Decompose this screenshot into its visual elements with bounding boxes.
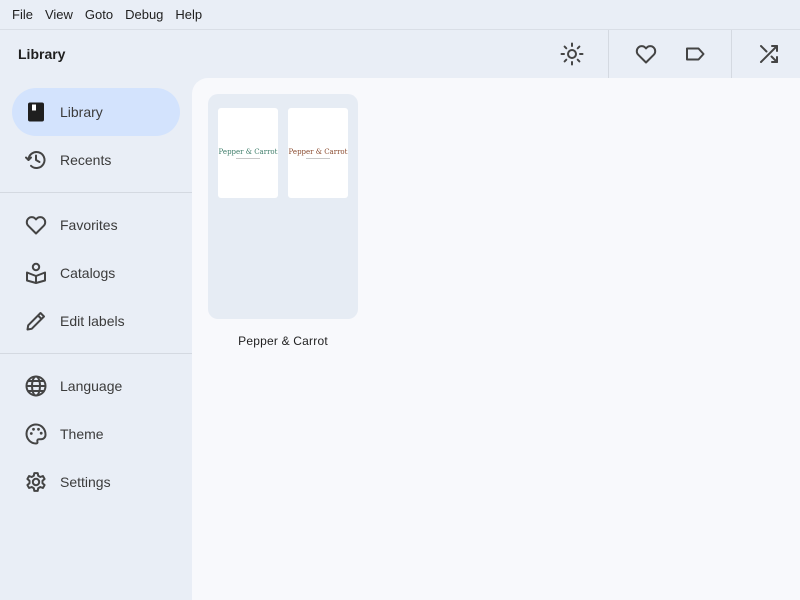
cover-subtitle-line	[236, 157, 260, 159]
history-icon	[24, 148, 48, 172]
shuffle-button[interactable]	[745, 30, 793, 78]
menu-debug[interactable]: Debug	[119, 0, 169, 29]
toolbar-divider	[731, 30, 732, 78]
menu-help[interactable]: Help	[169, 0, 208, 29]
sidebar-divider	[0, 192, 192, 193]
sidebar-item-label: Recents	[60, 152, 112, 168]
sidebar-item-label: Library	[60, 104, 103, 120]
menu-goto[interactable]: Goto	[79, 0, 119, 29]
sidebar-item-label: Favorites	[60, 217, 118, 233]
sidebar: Library Recents Favorites Catalogs Edit …	[0, 78, 192, 600]
cover-title: Pepper & Carrot	[218, 147, 278, 156]
book-card[interactable]: Pepper & Carrot Pepper & Carrot	[208, 94, 358, 319]
favorites-button[interactable]	[622, 30, 670, 78]
book-title[interactable]: Pepper & Carrot	[208, 334, 358, 348]
sidebar-item-edit-labels[interactable]: Edit labels	[12, 297, 180, 345]
gear-icon	[24, 470, 48, 494]
cover-title: Pepper & Carrot	[288, 147, 348, 156]
library-book-icon	[24, 100, 48, 124]
heart-icon	[635, 45, 657, 64]
brightness-button[interactable]	[548, 30, 596, 78]
menu-bar: File View Goto Debug Help	[0, 0, 800, 30]
label-icon	[686, 47, 705, 61]
shuffle-icon	[760, 45, 778, 63]
sidebar-item-label: Settings	[60, 474, 111, 490]
sidebar-item-settings[interactable]: Settings	[12, 458, 180, 506]
sidebar-item-label: Edit labels	[60, 313, 125, 329]
sidebar-item-favorites[interactable]: Favorites	[12, 201, 180, 249]
library-content: Pepper & Carrot Pepper & Carrot Pepper &…	[192, 78, 800, 600]
book-cover: Pepper & Carrot	[218, 108, 278, 198]
sidebar-item-label: Language	[60, 378, 123, 394]
sidebar-item-recents[interactable]: Recents	[12, 136, 180, 184]
sidebar-item-library[interactable]: Library	[12, 88, 180, 136]
sidebar-item-label: Catalogs	[60, 265, 116, 281]
sidebar-divider	[0, 353, 192, 354]
sidebar-item-label: Theme	[60, 426, 104, 442]
pencil-icon	[24, 309, 48, 333]
app-toolbar: Library	[0, 30, 800, 78]
toolbar-divider	[608, 30, 609, 78]
menu-view[interactable]: View	[39, 0, 79, 29]
heart-outline-icon	[24, 213, 48, 237]
palette-icon	[24, 422, 48, 446]
page-title: Library	[18, 46, 66, 62]
cover-subtitle-line	[306, 157, 330, 159]
sidebar-item-catalogs[interactable]: Catalogs	[12, 249, 180, 297]
catalog-icon	[24, 261, 48, 285]
book-cover: Pepper & Carrot	[288, 108, 348, 198]
menu-file[interactable]: File	[6, 0, 39, 29]
globe-icon	[24, 374, 48, 398]
sidebar-item-theme[interactable]: Theme	[12, 410, 180, 458]
brightness-icon	[560, 42, 584, 66]
labels-button[interactable]	[671, 30, 719, 78]
sidebar-item-language[interactable]: Language	[12, 362, 180, 410]
